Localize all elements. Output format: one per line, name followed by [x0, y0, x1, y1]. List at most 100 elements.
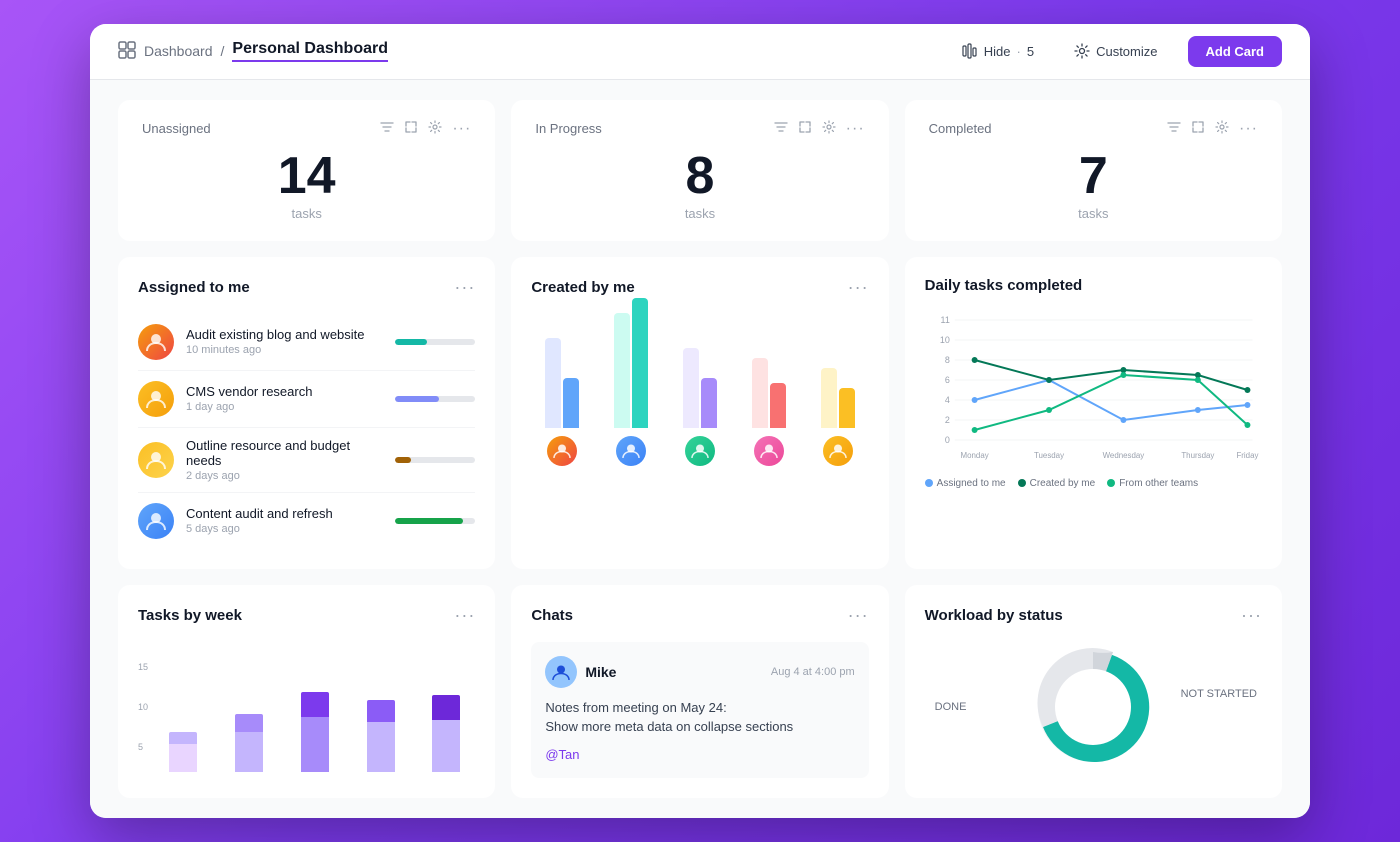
legend-label-created: Created by me	[1030, 478, 1096, 489]
weekly-bar-col-5	[417, 682, 475, 772]
bar-2b	[632, 298, 648, 428]
progress-bar-4	[395, 518, 475, 524]
stat-label-unassigned: Unassigned	[142, 121, 211, 136]
bottom-row: Tasks by week ··· 15 10 5	[118, 585, 1282, 799]
bar-group-1	[531, 298, 592, 466]
created-more-icon[interactable]: ···	[848, 277, 869, 298]
task-name-3: Outline resource and budget needs	[186, 438, 383, 468]
weekly-bar-bot-3	[301, 717, 329, 772]
task-avatar-2	[138, 381, 174, 417]
task-item: Outline resource and budget needs 2 days…	[138, 428, 475, 493]
expand-icon-1[interactable]	[404, 120, 418, 137]
chat-mention[interactable]: @Tan	[545, 747, 579, 762]
svg-text:6: 6	[944, 375, 949, 385]
grid-icon	[118, 41, 136, 62]
bar-4b	[770, 383, 786, 428]
expand-icon-2[interactable]	[798, 120, 812, 137]
weekly-bar-bot-4	[367, 722, 395, 772]
legend-assigned: Assigned to me	[925, 478, 1006, 489]
task-progress-4	[395, 518, 475, 524]
stat-card-inprogress: In Progress ··· 8	[511, 100, 888, 241]
task-item: CMS vendor research 1 day ago	[138, 371, 475, 428]
created-card-header: Created by me ···	[531, 277, 868, 298]
bar-3b	[701, 378, 717, 428]
daily-tasks-card: Daily tasks completed 11 10	[905, 257, 1282, 569]
hide-icon	[962, 43, 978, 59]
task-info-1: Audit existing blog and website 10 minut…	[186, 327, 383, 356]
weekly-more-icon[interactable]: ···	[454, 605, 475, 626]
donut-label-not-started: NOT STARTED	[1181, 688, 1257, 700]
task-time-3: 2 days ago	[186, 470, 383, 482]
bar-visual-1	[545, 298, 579, 428]
settings-icon-3[interactable]	[1215, 120, 1229, 137]
chat-mention-container: @Tan	[545, 745, 854, 765]
more-icon-1[interactable]: ···	[452, 120, 471, 138]
bar-avatar-3	[685, 436, 715, 466]
filter-icon-1[interactable]	[380, 120, 394, 137]
weekly-bar-col-3	[286, 682, 344, 772]
chat-line2: Show more meta data on collapse sections	[545, 717, 854, 737]
bar-avatar-5	[823, 436, 853, 466]
expand-icon-3[interactable]	[1191, 120, 1205, 137]
svg-text:Friday: Friday	[1236, 451, 1258, 460]
hide-count: 5	[1027, 44, 1034, 59]
bar-visual-3	[683, 298, 717, 428]
main-content: Unassigned ··· 14	[90, 80, 1310, 819]
task-time-4: 5 days ago	[186, 523, 383, 535]
bar-5a	[821, 368, 837, 428]
workload-more-icon[interactable]: ···	[1241, 605, 1262, 626]
settings-icon-1[interactable]	[428, 120, 442, 137]
header-actions: Hide · 5 Customize Add Card	[952, 36, 1282, 67]
bar-2a	[614, 313, 630, 428]
task-time-2: 1 day ago	[186, 401, 383, 413]
bar-group-3	[669, 298, 730, 466]
task-avatar-3	[138, 442, 174, 478]
stat-card-actions-1: ···	[380, 120, 471, 138]
task-avatar-1	[138, 324, 174, 360]
bar-avatar-1	[547, 436, 577, 466]
legend-teams: From other teams	[1107, 478, 1198, 489]
stat-label-inprogress: In Progress	[535, 121, 601, 136]
created-by-me-card: Created by me ···	[511, 257, 888, 569]
chats-more-icon[interactable]: ···	[848, 605, 869, 626]
workload-card-header: Workload by status ···	[925, 605, 1262, 626]
weekly-bar-col-2	[220, 682, 278, 772]
weekly-bar-stack-2	[220, 682, 278, 772]
weekly-bar-stack-4	[352, 682, 410, 772]
donut-chart-svg	[1023, 637, 1163, 777]
stat-card-header-2: In Progress ···	[535, 120, 864, 138]
workload-title: Workload by status	[925, 607, 1063, 624]
daily-title: Daily tasks completed	[925, 277, 1083, 294]
stat-number-completed: 7	[929, 150, 1258, 202]
filter-icon-2[interactable]	[774, 120, 788, 137]
weekly-bar-top-4	[367, 700, 395, 722]
customize-button[interactable]: Customize	[1064, 37, 1167, 65]
customize-label: Customize	[1096, 44, 1157, 59]
settings-icon-2[interactable]	[822, 120, 836, 137]
assigned-to-me-card: Assigned to me ··· Audit existing blog a…	[118, 257, 495, 569]
weekly-bar-col-1	[154, 682, 212, 772]
legend-dot-created	[1018, 479, 1026, 487]
filter-icon-3[interactable]	[1167, 120, 1181, 137]
assigned-title: Assigned to me	[138, 279, 250, 296]
assigned-more-icon[interactable]: ···	[454, 277, 475, 298]
header: Dashboard / Personal Dashboard Hide · 5	[90, 24, 1310, 80]
stat-card-actions-3: ···	[1167, 120, 1258, 138]
weekly-bar-top-3	[301, 692, 329, 717]
more-icon-3[interactable]: ···	[1239, 120, 1258, 138]
more-icon-2[interactable]: ···	[846, 120, 865, 138]
add-card-button[interactable]: Add Card	[1188, 36, 1283, 67]
weekly-card-header: Tasks by week ···	[138, 605, 475, 626]
y-label-15: 15	[138, 662, 148, 672]
weekly-bar-top-1	[169, 732, 197, 744]
weekly-bars	[154, 662, 475, 772]
stat-card-header-1: Unassigned ···	[142, 120, 471, 138]
chart-legend: Assigned to me Created by me From other …	[925, 478, 1262, 489]
chat-user: Mike	[545, 656, 616, 688]
stat-unit-inprogress: tasks	[535, 206, 864, 221]
hide-button[interactable]: Hide · 5	[952, 37, 1044, 65]
breadcrumb-home[interactable]: Dashboard	[144, 43, 213, 59]
hide-label: Hide	[984, 44, 1011, 59]
chat-message: Mike Aug 4 at 4:00 pm Notes from meeting…	[531, 642, 868, 779]
weekly-bar-stack-1	[154, 682, 212, 772]
